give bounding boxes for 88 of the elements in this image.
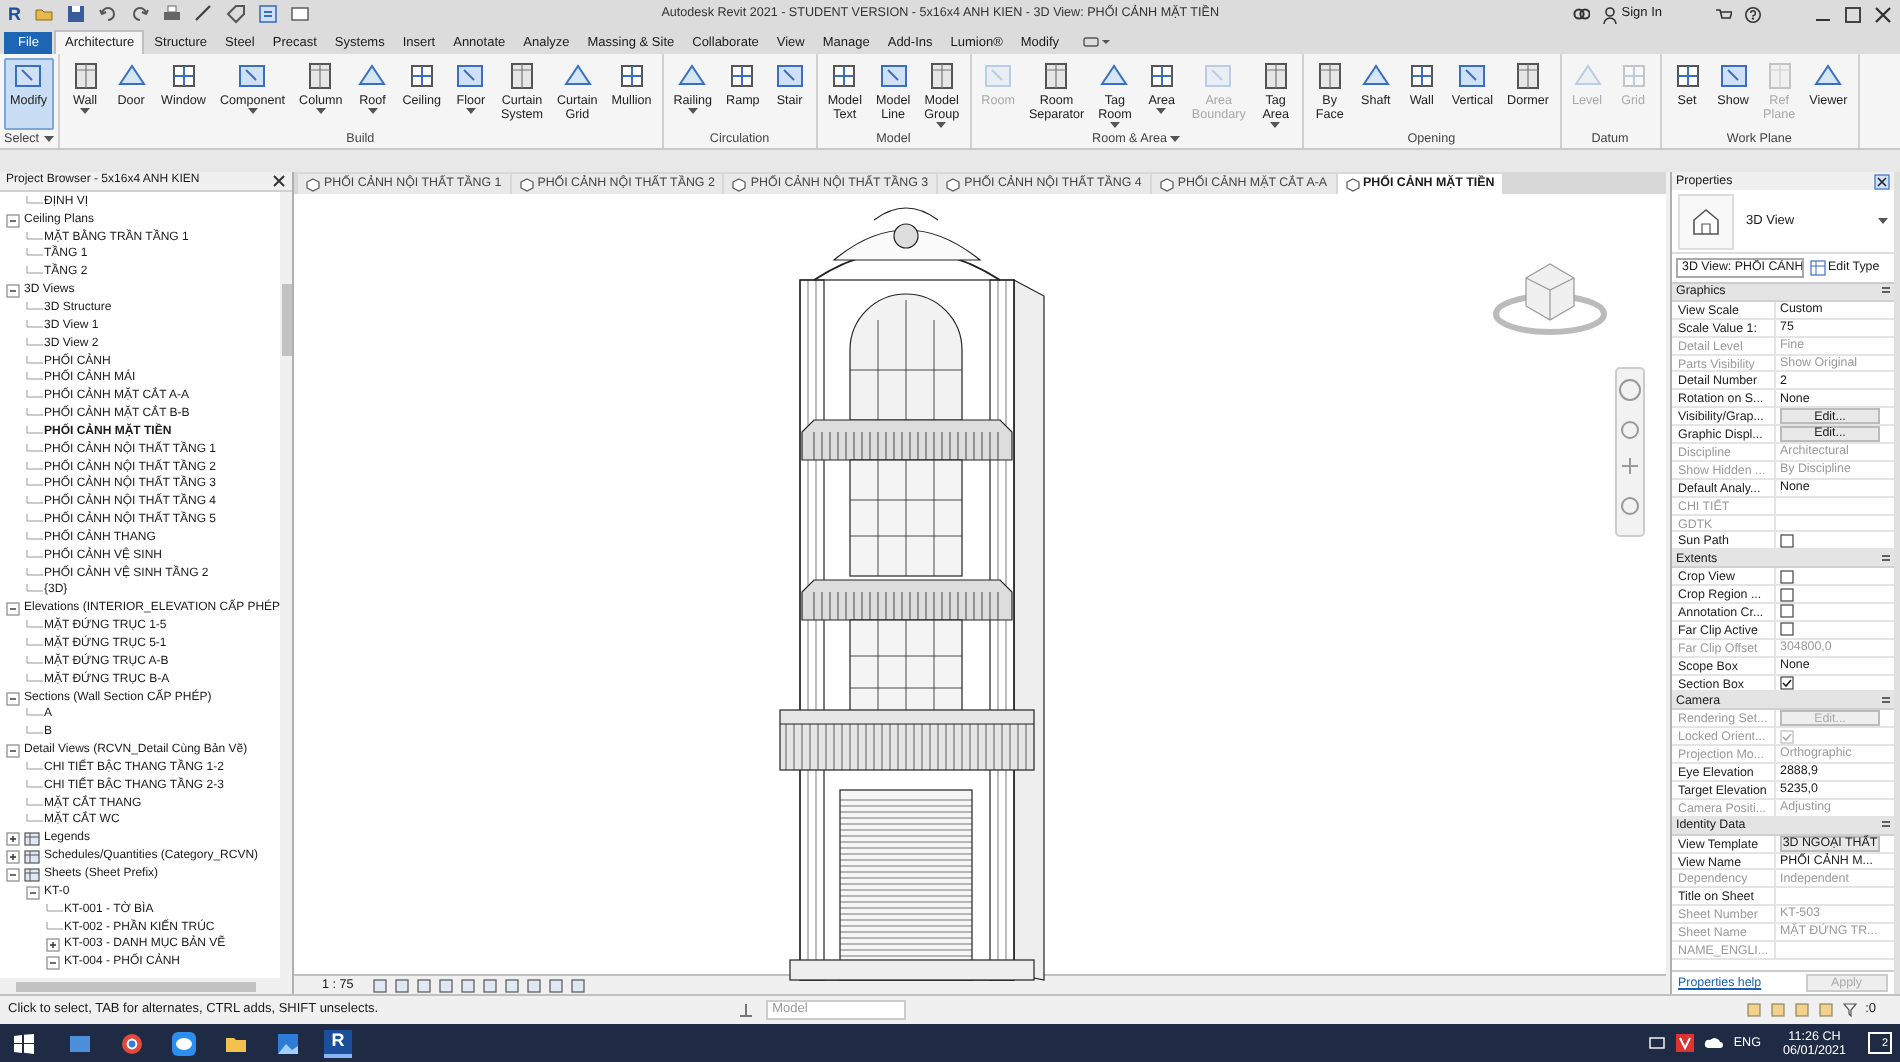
tool-icon bbox=[925, 60, 958, 92]
house-icon bbox=[1690, 205, 1722, 237]
app-tray-icon[interactable] bbox=[1675, 1034, 1694, 1052]
checkbox[interactable] bbox=[1780, 604, 1794, 619]
tree-line-icon bbox=[26, 195, 44, 210]
tool-icon bbox=[1671, 60, 1704, 92]
tool-icon bbox=[236, 60, 269, 92]
panel-toggle-icon[interactable] bbox=[1081, 34, 1110, 50]
checkbox[interactable] bbox=[1780, 676, 1794, 691]
tree-line-icon bbox=[26, 319, 44, 334]
grid-icon bbox=[1810, 259, 1826, 276]
help-icon[interactable] bbox=[1744, 5, 1762, 23]
tool-icon bbox=[304, 60, 337, 92]
tool-icon bbox=[405, 60, 438, 92]
save-icon[interactable] bbox=[65, 4, 85, 24]
tree-line-icon bbox=[26, 761, 44, 776]
caret-icon[interactable] bbox=[43, 136, 54, 142]
tool-icon bbox=[1145, 60, 1178, 92]
plus-box-icon[interactable] bbox=[6, 850, 20, 865]
tool-icon bbox=[877, 60, 910, 92]
caret-icon bbox=[1878, 218, 1888, 224]
minus-box-icon[interactable] bbox=[6, 691, 20, 706]
tool-icon bbox=[1617, 60, 1650, 92]
user-icon[interactable] bbox=[1601, 5, 1618, 23]
plus-box-icon[interactable] bbox=[46, 938, 60, 953]
tool-icon bbox=[505, 60, 538, 92]
cart-icon[interactable] bbox=[1714, 5, 1732, 23]
maximize-icon[interactable] bbox=[1844, 5, 1862, 23]
close-icon[interactable] bbox=[1874, 5, 1892, 23]
tool-icon bbox=[1717, 60, 1750, 92]
minus-box-icon[interactable] bbox=[6, 867, 20, 882]
browser-icon[interactable] bbox=[120, 1031, 144, 1055]
scrollbar[interactable] bbox=[280, 192, 292, 978]
tree-line-icon bbox=[26, 549, 44, 564]
chat-icon[interactable] bbox=[172, 1031, 196, 1055]
minus-box-icon[interactable] bbox=[6, 602, 20, 617]
tool-icon bbox=[1313, 60, 1346, 92]
tool-icon bbox=[615, 60, 648, 92]
tool-icon bbox=[982, 60, 1015, 92]
minus-box-icon[interactable] bbox=[6, 284, 20, 299]
checkbox[interactable] bbox=[1780, 533, 1794, 548]
navigation-bar[interactable] bbox=[1615, 367, 1645, 537]
print-icon[interactable] bbox=[161, 4, 181, 24]
tree-line-icon bbox=[26, 301, 44, 316]
tool-icon bbox=[167, 60, 200, 92]
checkbox[interactable] bbox=[1780, 569, 1794, 584]
tree-line-icon bbox=[46, 903, 64, 918]
windows-start-icon[interactable] bbox=[14, 1033, 34, 1053]
tool-icon bbox=[12, 60, 45, 92]
filter-icon[interactable] bbox=[1841, 1002, 1858, 1018]
tool-icon bbox=[726, 60, 759, 92]
close-icon[interactable] bbox=[272, 174, 286, 188]
tool-icon bbox=[454, 60, 487, 92]
minus-box-icon[interactable] bbox=[46, 956, 60, 971]
minus-box-icon[interactable] bbox=[6, 213, 20, 228]
revit-taskbar-button[interactable]: R bbox=[324, 1029, 352, 1057]
tree-line-icon bbox=[46, 921, 64, 936]
tool-icon bbox=[828, 60, 861, 92]
thin-lines-icon[interactable] bbox=[257, 4, 277, 24]
table-icon bbox=[24, 832, 40, 847]
redo-icon[interactable] bbox=[129, 4, 149, 24]
minus-box-icon[interactable] bbox=[26, 885, 40, 900]
cloud-icon[interactable] bbox=[1703, 1036, 1724, 1050]
close-icon[interactable] bbox=[1874, 173, 1890, 189]
tool-icon bbox=[1202, 60, 1235, 92]
tool-icon bbox=[1512, 60, 1545, 92]
tool-icon bbox=[1259, 60, 1292, 92]
checkbox[interactable] bbox=[1780, 587, 1794, 602]
checkbox[interactable] bbox=[1780, 622, 1794, 637]
tree-line-icon bbox=[26, 779, 44, 794]
plus-box-icon[interactable] bbox=[6, 832, 20, 847]
app-logo[interactable]: R bbox=[8, 5, 21, 23]
tree-line-icon bbox=[26, 337, 44, 352]
tool-icon bbox=[773, 60, 806, 92]
undo-icon[interactable] bbox=[97, 4, 117, 24]
tool-icon bbox=[1456, 60, 1489, 92]
tool-icon bbox=[69, 60, 102, 92]
tool-icon bbox=[1405, 60, 1438, 92]
caret-icon[interactable] bbox=[1170, 136, 1181, 142]
tree-line-icon bbox=[26, 443, 44, 458]
tag-icon[interactable] bbox=[225, 4, 245, 24]
photos-icon[interactable] bbox=[276, 1031, 300, 1055]
tool-icon bbox=[1763, 60, 1796, 92]
scrollbar[interactable] bbox=[0, 978, 292, 994]
minus-box-icon[interactable] bbox=[6, 744, 20, 759]
tree-line-icon bbox=[26, 673, 44, 688]
tool-icon bbox=[1040, 60, 1073, 92]
binoculars-icon[interactable] bbox=[1571, 5, 1590, 23]
